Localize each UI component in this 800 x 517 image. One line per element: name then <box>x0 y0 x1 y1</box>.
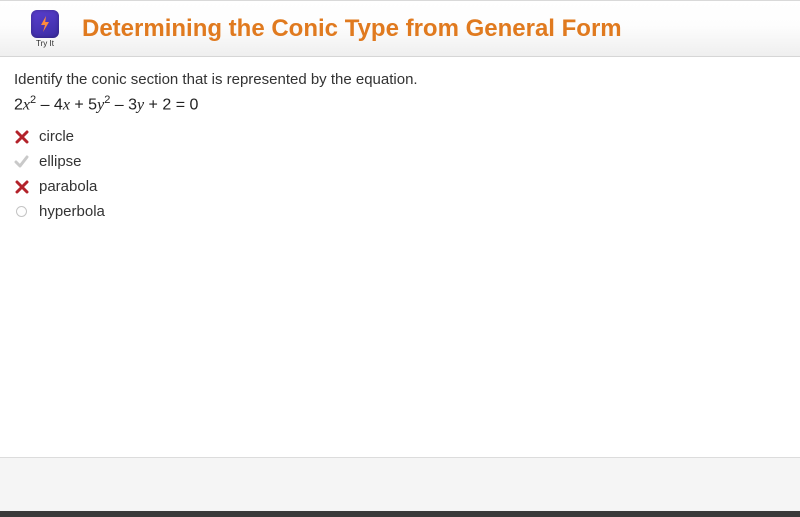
eq-text: – 3 <box>110 96 137 113</box>
option-label: parabola <box>39 178 97 195</box>
lightning-icon <box>31 10 59 38</box>
option-label: ellipse <box>39 153 82 170</box>
option-parabola[interactable]: parabola <box>14 178 786 195</box>
x-mark-icon <box>14 179 29 194</box>
x-mark-icon <box>14 129 29 144</box>
page: Try It Determining the Conic Type from G… <box>0 0 800 517</box>
option-hyperbola[interactable]: hyperbola <box>14 203 786 220</box>
badge-label: Try It <box>36 39 54 48</box>
option-label: circle <box>39 128 74 145</box>
options-list: circle ellipse parabola hyperbola <box>14 128 786 220</box>
bottom-strip <box>0 511 800 517</box>
eq-text: + 5 <box>70 96 97 113</box>
try-it-badge: Try It <box>28 10 62 48</box>
eq-text: + 2 = 0 <box>144 96 198 113</box>
option-label: hyperbola <box>39 203 105 220</box>
eq-var: x <box>63 96 70 113</box>
radio-empty-icon <box>14 204 29 219</box>
question-equation: 2x2 – 4x + 5y2 – 3y + 2 = 0 <box>14 94 786 114</box>
header-bar: Try It Determining the Conic Type from G… <box>0 1 800 57</box>
eq-var: x <box>23 96 30 113</box>
check-icon <box>14 154 29 169</box>
eq-text: – 4 <box>36 96 63 113</box>
question-prompt: Identify the conic section that is repre… <box>14 71 786 88</box>
option-ellipse[interactable]: ellipse <box>14 153 786 170</box>
question-body: Identify the conic section that is repre… <box>0 57 800 457</box>
eq-text: 2 <box>14 96 23 113</box>
option-circle[interactable]: circle <box>14 128 786 145</box>
page-title: Determining the Conic Type from General … <box>82 15 622 43</box>
footer-bar <box>0 457 800 511</box>
